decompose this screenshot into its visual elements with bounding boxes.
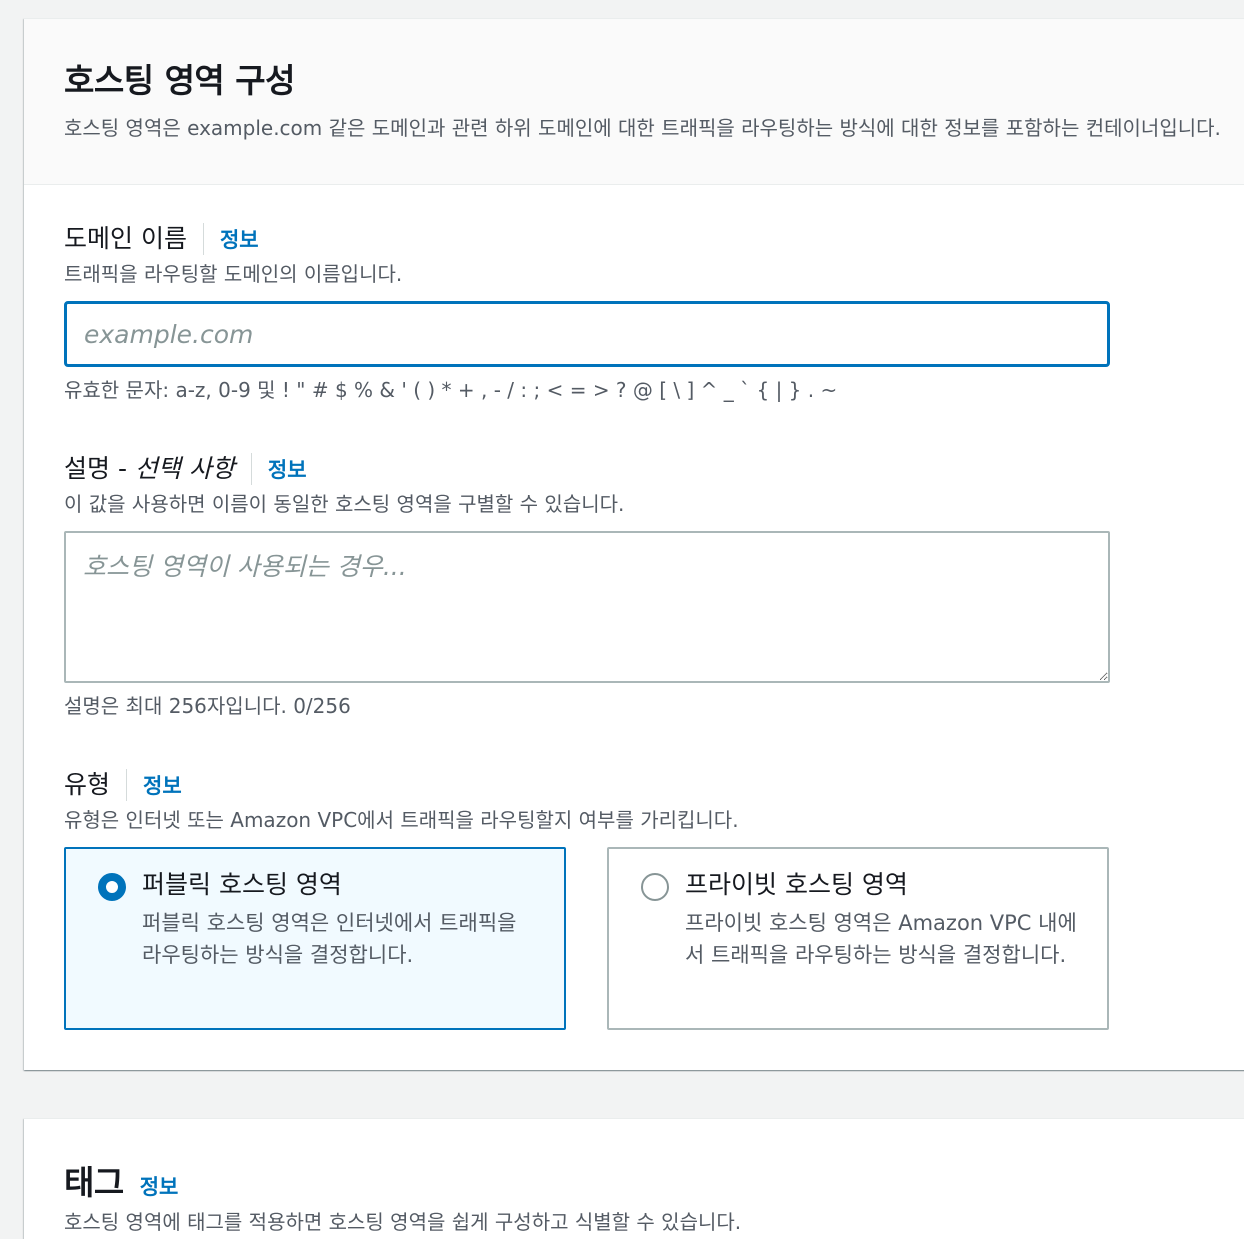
radio-unselected-icon[interactable]: [641, 873, 669, 901]
label-divider: [250, 453, 252, 485]
private-hosted-zone-tile[interactable]: 프라이빗 호스팅 영역 프라이빗 호스팅 영역은 Amazon VPC 내에서 …: [607, 847, 1109, 1030]
optional-marker: 선택 사항: [134, 454, 235, 483]
domain-name-info-link[interactable]: 정보: [220, 224, 259, 254]
tile-description: 프라이빗 호스팅 영역은 Amazon VPC 내에서 트래픽을 라우팅하는 방…: [685, 911, 1077, 967]
tile-title: 퍼블릭 호스팅 영역: [142, 870, 342, 899]
type-label: 유형: [64, 770, 111, 799]
tags-description: 호스팅 영역에 태그를 적용하면 호스팅 영역을 쉽게 구성하고 식별할 수 있…: [64, 1210, 742, 1234]
description-info-link[interactable]: 정보: [268, 454, 307, 484]
description-textarea[interactable]: [64, 531, 1110, 683]
panel-description: 호스팅 영역은 example.com 같은 도메인과 관련 하위 도메인에 대…: [64, 116, 1221, 140]
public-hosted-zone-tile[interactable]: 퍼블릭 호스팅 영역 퍼블릭 호스팅 영역은 인터넷에서 트래픽을 라우팅하는 …: [64, 847, 566, 1030]
domain-name-input[interactable]: [64, 301, 1110, 367]
domain-name-field-header: 도메인 이름 정보 트래픽을 라우팅할 도메인의 이름입니다.: [64, 219, 402, 289]
panel-header: 호스팅 영역 구성 호스팅 영역은 example.com 같은 도메인과 관련…: [24, 19, 1244, 185]
description-help-text: 이 값을 사용하면 이름이 동일한 호스팅 영역을 구별할 수 있습니다.: [64, 492, 625, 516]
tags-info-link[interactable]: 정보: [140, 1171, 179, 1201]
tags-title: 태그: [64, 1163, 124, 1202]
tags-panel: 태그 정보 호스팅 영역에 태그를 적용하면 호스팅 영역을 쉽게 구성하고 식…: [24, 1118, 1244, 1239]
domain-name-constraint: 유효한 문자: a-z, 0-9 및 ! " # $ % & ' ( ) * +…: [64, 378, 838, 402]
description-constraint: 설명은 최대 256자입니다. 0/256: [64, 694, 351, 718]
type-description: 유형은 인터넷 또는 Amazon VPC에서 트래픽을 라우팅할지 여부를 가…: [64, 808, 739, 832]
tile-description: 퍼블릭 호스팅 영역은 인터넷에서 트래픽을 라우팅하는 방식을 결정합니다.: [142, 911, 517, 967]
tile-title: 프라이빗 호스팅 영역: [685, 870, 908, 899]
type-info-link[interactable]: 정보: [143, 770, 182, 800]
radio-selected-icon[interactable]: [98, 873, 126, 901]
panel-title: 호스팅 영역 구성: [64, 61, 296, 100]
domain-name-description: 트래픽을 라우팅할 도메인의 이름입니다.: [64, 262, 403, 286]
description-field-header: 설명 - 선택 사항 정보 이 값을 사용하면 이름이 동일한 호스팅 영역을 …: [64, 449, 624, 519]
label-divider: [126, 769, 128, 801]
hosted-zone-configuration-panel: 호스팅 영역 구성 호스팅 영역은 example.com 같은 도메인과 관련…: [24, 18, 1244, 1070]
domain-name-label: 도메인 이름: [64, 224, 187, 253]
label-divider: [202, 223, 204, 255]
description-label: 설명 - 선택 사항: [64, 454, 235, 483]
tags-header: 태그 정보: [24, 1119, 1244, 1205]
type-field-header: 유형 정보 유형은 인터넷 또는 Amazon VPC에서 트래픽을 라우팅할지…: [64, 765, 739, 835]
